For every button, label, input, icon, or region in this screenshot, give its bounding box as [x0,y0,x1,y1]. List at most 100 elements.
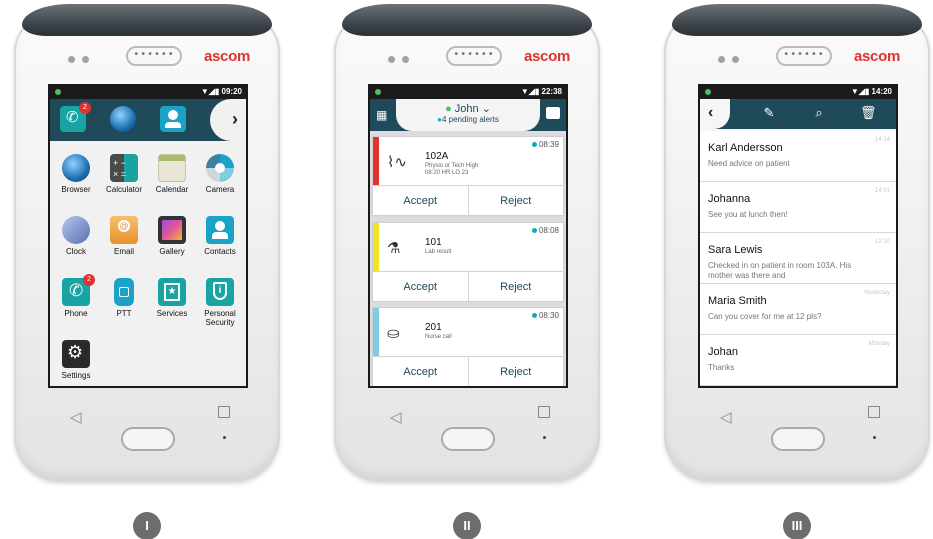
list-item[interactable]: Johanna See you at lunch then! 14:01 [700,182,896,233]
sensor-dots [68,56,89,63]
stage: •••••• ascom ▼◢▮ 09:20 ✆ 2 › Browser + −… [0,0,933,539]
screen: ▼◢▮ 22:38 ▦ ● John ⌄ ●4 pending alerts 0… [368,84,568,388]
status-time: 09:20 [221,87,242,96]
app-browser[interactable]: Browser [52,154,100,194]
figure-label: III [783,512,811,539]
message-preview: Can you cover for me at 12 pls? [708,312,822,321]
back-nav-icon[interactable]: ◁ [70,408,82,426]
speaker-grille: •••••• [126,46,182,66]
sender-name: Maria Smith [708,295,767,307]
chat-icon[interactable] [546,107,560,119]
message-time: 14:01 [874,188,890,194]
message-time: Monday [868,341,890,347]
back-button[interactable]: ‹ [700,99,730,129]
message-list: Karl Andersson Need advice on patient 14… [700,131,896,386]
menu-dot-icon[interactable] [873,436,876,439]
chevron-down-icon: ⌄ [481,103,491,115]
app-personal-security[interactable]: i Personal Security [196,278,244,327]
list-item[interactable]: Maria Smith Can you cover for me at 12 p… [700,284,896,335]
priority-bar [373,308,379,356]
globe-icon [62,154,90,182]
accept-button[interactable]: Accept [373,186,468,215]
notification-dot [375,89,381,95]
chevron-right-icon[interactable]: › [232,109,238,130]
dock-phone-icon[interactable]: ✆ 2 [60,102,91,132]
bed-icon: ⛀ [387,325,400,342]
app-calendar[interactable]: Calendar [148,154,196,194]
home-button[interactable] [771,427,825,451]
back-nav-icon[interactable]: ◁ [390,408,402,426]
sender-name: Karl Andersson [708,142,783,154]
app-dock: ✆ 2 › [50,99,246,141]
app-ptt[interactable]: PTT [100,278,148,318]
alert-card: 08:39 ⌇∿ 102A Physio or Tech High 08:20 H… [372,136,564,216]
home-button[interactable] [121,427,175,451]
back-nav-icon[interactable]: ◁ [720,408,732,426]
figure-label: II [453,512,481,539]
calendar-icon [158,154,186,182]
camera-icon [206,154,234,182]
alert-card: 08:30 ⛀ 201 Nurse call Accept Reject [372,307,564,386]
phone-1: •••••• ascom ▼◢▮ 09:20 ✆ 2 › Browser + −… [14,4,280,539]
flask-icon: ⚗ [387,240,401,257]
status-bar: ▼◢▮ 22:38 [370,86,566,99]
signal-icon: ▼◢▮ [850,87,872,96]
menu-dot-icon[interactable] [543,436,546,439]
phone-top-bumper [22,4,272,36]
gallery-icon [158,216,186,244]
app-settings[interactable]: ⚙ Settings [52,340,100,380]
alert-room: 201 [425,322,442,333]
pending-alerts: 4 pending alerts [441,115,499,124]
recent-apps-icon[interactable] [218,406,230,418]
menu-dot-icon[interactable] [223,436,226,439]
accept-button[interactable]: Accept [373,357,468,386]
app-camera[interactable]: Camera [196,154,244,194]
status-bar: ▼◢▮ 09:20 [50,86,246,99]
brand-logo: ascom [853,48,900,65]
message-time: 14:14 [874,137,890,143]
signal-icon: ▼◢▮ [520,87,542,96]
list-item[interactable]: Karl Andersson Need advice on patient 14… [700,131,896,182]
phone-2: •••••• ascom ▼◢▮ 22:38 ▦ ● John ⌄ ●4 pen… [334,4,600,539]
reject-button[interactable]: Reject [467,186,564,215]
app-contacts[interactable]: Contacts [196,216,244,256]
sensor-dots [718,56,739,63]
new-message-icon[interactable]: ✎ [762,106,776,120]
message-preview: Checked in on patient in room 103A. His … [708,261,852,280]
sender-name: Sara Lewis [708,244,763,256]
app-services[interactable]: ★ Services [148,278,196,318]
reject-button[interactable]: Reject [467,357,564,386]
screen: ▼◢▮ 09:20 ✆ 2 › Browser + − × = Calculat… [48,84,248,388]
status-time: 22:38 [541,87,562,96]
phone-top-bumper [342,4,592,36]
brand-logo: ascom [523,48,570,65]
alert-time: 08:30 [538,311,559,320]
list-item[interactable]: Johan Thanks Monday [700,335,896,386]
app-phone[interactable]: ✆ 2 Phone [52,274,100,318]
search-icon[interactable]: ⌕ [812,106,826,120]
brand-logo: ascom [203,48,250,65]
email-icon: @ [110,216,138,244]
app-calculator[interactable]: + − × = Calculator [100,154,148,194]
recent-apps-icon[interactable] [868,406,880,418]
home-button[interactable] [441,427,495,451]
app-grid-icon[interactable]: ▦ [376,108,387,122]
accept-button[interactable]: Accept [373,272,468,301]
reject-button[interactable]: Reject [467,272,564,301]
dock-contacts-icon[interactable] [160,106,186,132]
phone-badge: 2 [83,274,95,286]
app-clock[interactable]: Clock [52,216,100,256]
alert-time: 08:39 [538,140,559,149]
screen: ▼◢▮ 14:20 ‹ ✎ ⌕ 🗑 Karl Andersson Need ad… [698,84,898,388]
list-item[interactable]: Sara Lewis Checked in on patient in room… [700,233,896,284]
app-email[interactable]: @ Email [100,216,148,256]
sender-name: Johanna [708,193,751,205]
app-gallery[interactable]: Gallery [148,216,196,256]
user-selector[interactable]: ● John ⌄ ●4 pending alerts [396,99,540,131]
recent-apps-icon[interactable] [538,406,550,418]
signal-icon: ▼◢▮ [200,87,222,96]
message-preview: Need advice on patient [708,159,790,168]
dock-browser-icon[interactable] [110,106,136,132]
trash-icon[interactable]: 🗑 [860,106,877,120]
clock-icon [62,216,90,244]
